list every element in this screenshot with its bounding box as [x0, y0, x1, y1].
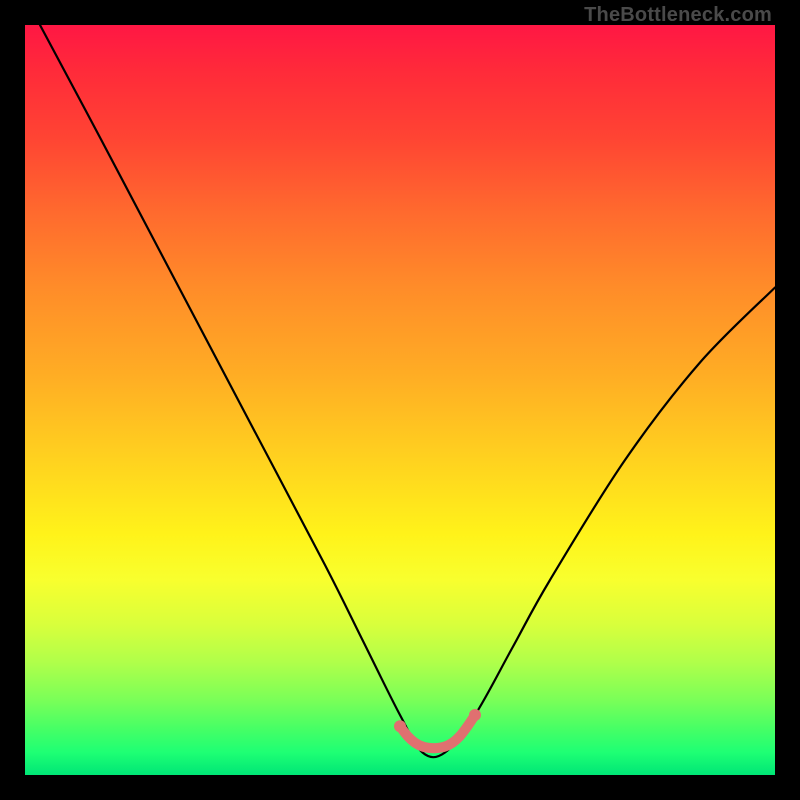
watermark-text: TheBottleneck.com	[584, 4, 772, 27]
optimal-band-line	[400, 715, 475, 748]
optimal-band-dot-left	[394, 720, 406, 732]
bottleneck-curve-line	[40, 25, 775, 757]
plot-area	[25, 25, 775, 775]
curve-svg	[25, 25, 775, 775]
chart-frame: TheBottleneck.com	[0, 0, 800, 800]
optimal-band-dot-right	[469, 709, 481, 721]
